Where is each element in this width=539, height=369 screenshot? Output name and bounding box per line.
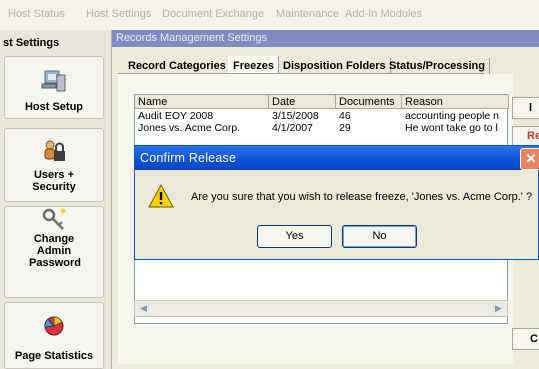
sidebar-item-change-admin-password[interactable]: Change Admin Password	[4, 206, 104, 298]
column-header-date[interactable]: Date	[269, 95, 336, 109]
sidebar-item-label: Change Admin Password	[29, 233, 81, 269]
nav-document-exchange[interactable]: Document Exchange	[162, 8, 264, 20]
dialog-title-bar: Confirm Release ✕	[135, 146, 539, 170]
cell-name: Jones vs. Acme Corp.	[138, 122, 241, 134]
sidebar-item-label: Users + Security	[32, 169, 76, 193]
column-header-name[interactable]: Name	[135, 95, 269, 109]
sidebar-title: st Settings	[3, 37, 60, 49]
pie-chart-icon	[42, 313, 66, 337]
key-icon	[41, 207, 67, 233]
nav-host-settings[interactable]: Host Settings	[86, 8, 151, 20]
nav-add-in-modules[interactable]: Add-In Modules	[345, 8, 422, 20]
right-button-top[interactable]: l	[512, 97, 539, 119]
sidebar-item-host-setup[interactable]: Host Setup	[4, 56, 104, 119]
column-header-documents[interactable]: Documents	[336, 95, 402, 109]
cell-documents: 46	[339, 110, 351, 122]
panel-title: Records Management Settings	[116, 32, 268, 44]
sidebar-item-page-statistics[interactable]: Page Statistics	[4, 302, 104, 369]
dialog-message: Are you sure that you wish to release fr…	[191, 191, 533, 203]
right-button-release[interactable]: Re	[512, 126, 539, 146]
cell-date: 4/1/2007	[272, 122, 313, 134]
sidebar-item-users-security[interactable]: Users + Security	[4, 128, 104, 202]
warning-icon	[148, 183, 174, 211]
column-header-reason[interactable]: Reason	[402, 95, 509, 109]
dialog-title: Confirm Release	[140, 151, 237, 165]
right-button-close[interactable]: C	[512, 328, 539, 350]
cell-reason: accounting people n	[405, 110, 499, 122]
panel-header: Records Management Settings	[112, 30, 539, 47]
sidebar-item-label: Host Setup	[24, 101, 84, 113]
confirm-release-dialog: Confirm Release ✕ Are you sure that you …	[134, 145, 539, 260]
table-row[interactable]: Jones vs. Acme Corp. 4/1/2007 29 He wont…	[135, 122, 507, 134]
server-icon	[40, 69, 68, 93]
sidebar: st Settings Host Setup Users + Security	[0, 30, 112, 369]
scroll-right-icon[interactable]: ▶	[492, 302, 505, 315]
horizontal-scrollbar[interactable]: ◀ ▶	[134, 300, 508, 317]
table-row[interactable]: Audit EOY 2008 3/15/2008 46 accounting p…	[135, 110, 507, 122]
nav-maintenance[interactable]: Maintenance	[276, 8, 339, 20]
cell-date: 3/15/2008	[272, 110, 319, 122]
yes-button[interactable]: Yes	[257, 225, 332, 248]
scroll-left-icon[interactable]: ◀	[137, 302, 150, 315]
cell-name: Audit EOY 2008	[138, 110, 214, 122]
close-icon[interactable]: ✕	[520, 148, 539, 170]
sidebar-item-label: Page Statistics	[14, 350, 94, 362]
cell-reason: He wont take go to l	[405, 122, 498, 134]
cell-documents: 29	[339, 122, 351, 134]
no-button[interactable]: No	[342, 225, 417, 248]
nav-host-status[interactable]: Host Status	[8, 8, 65, 20]
users-lock-icon	[41, 139, 67, 163]
top-nav: Host Status Host Settings Document Excha…	[0, 0, 539, 31]
